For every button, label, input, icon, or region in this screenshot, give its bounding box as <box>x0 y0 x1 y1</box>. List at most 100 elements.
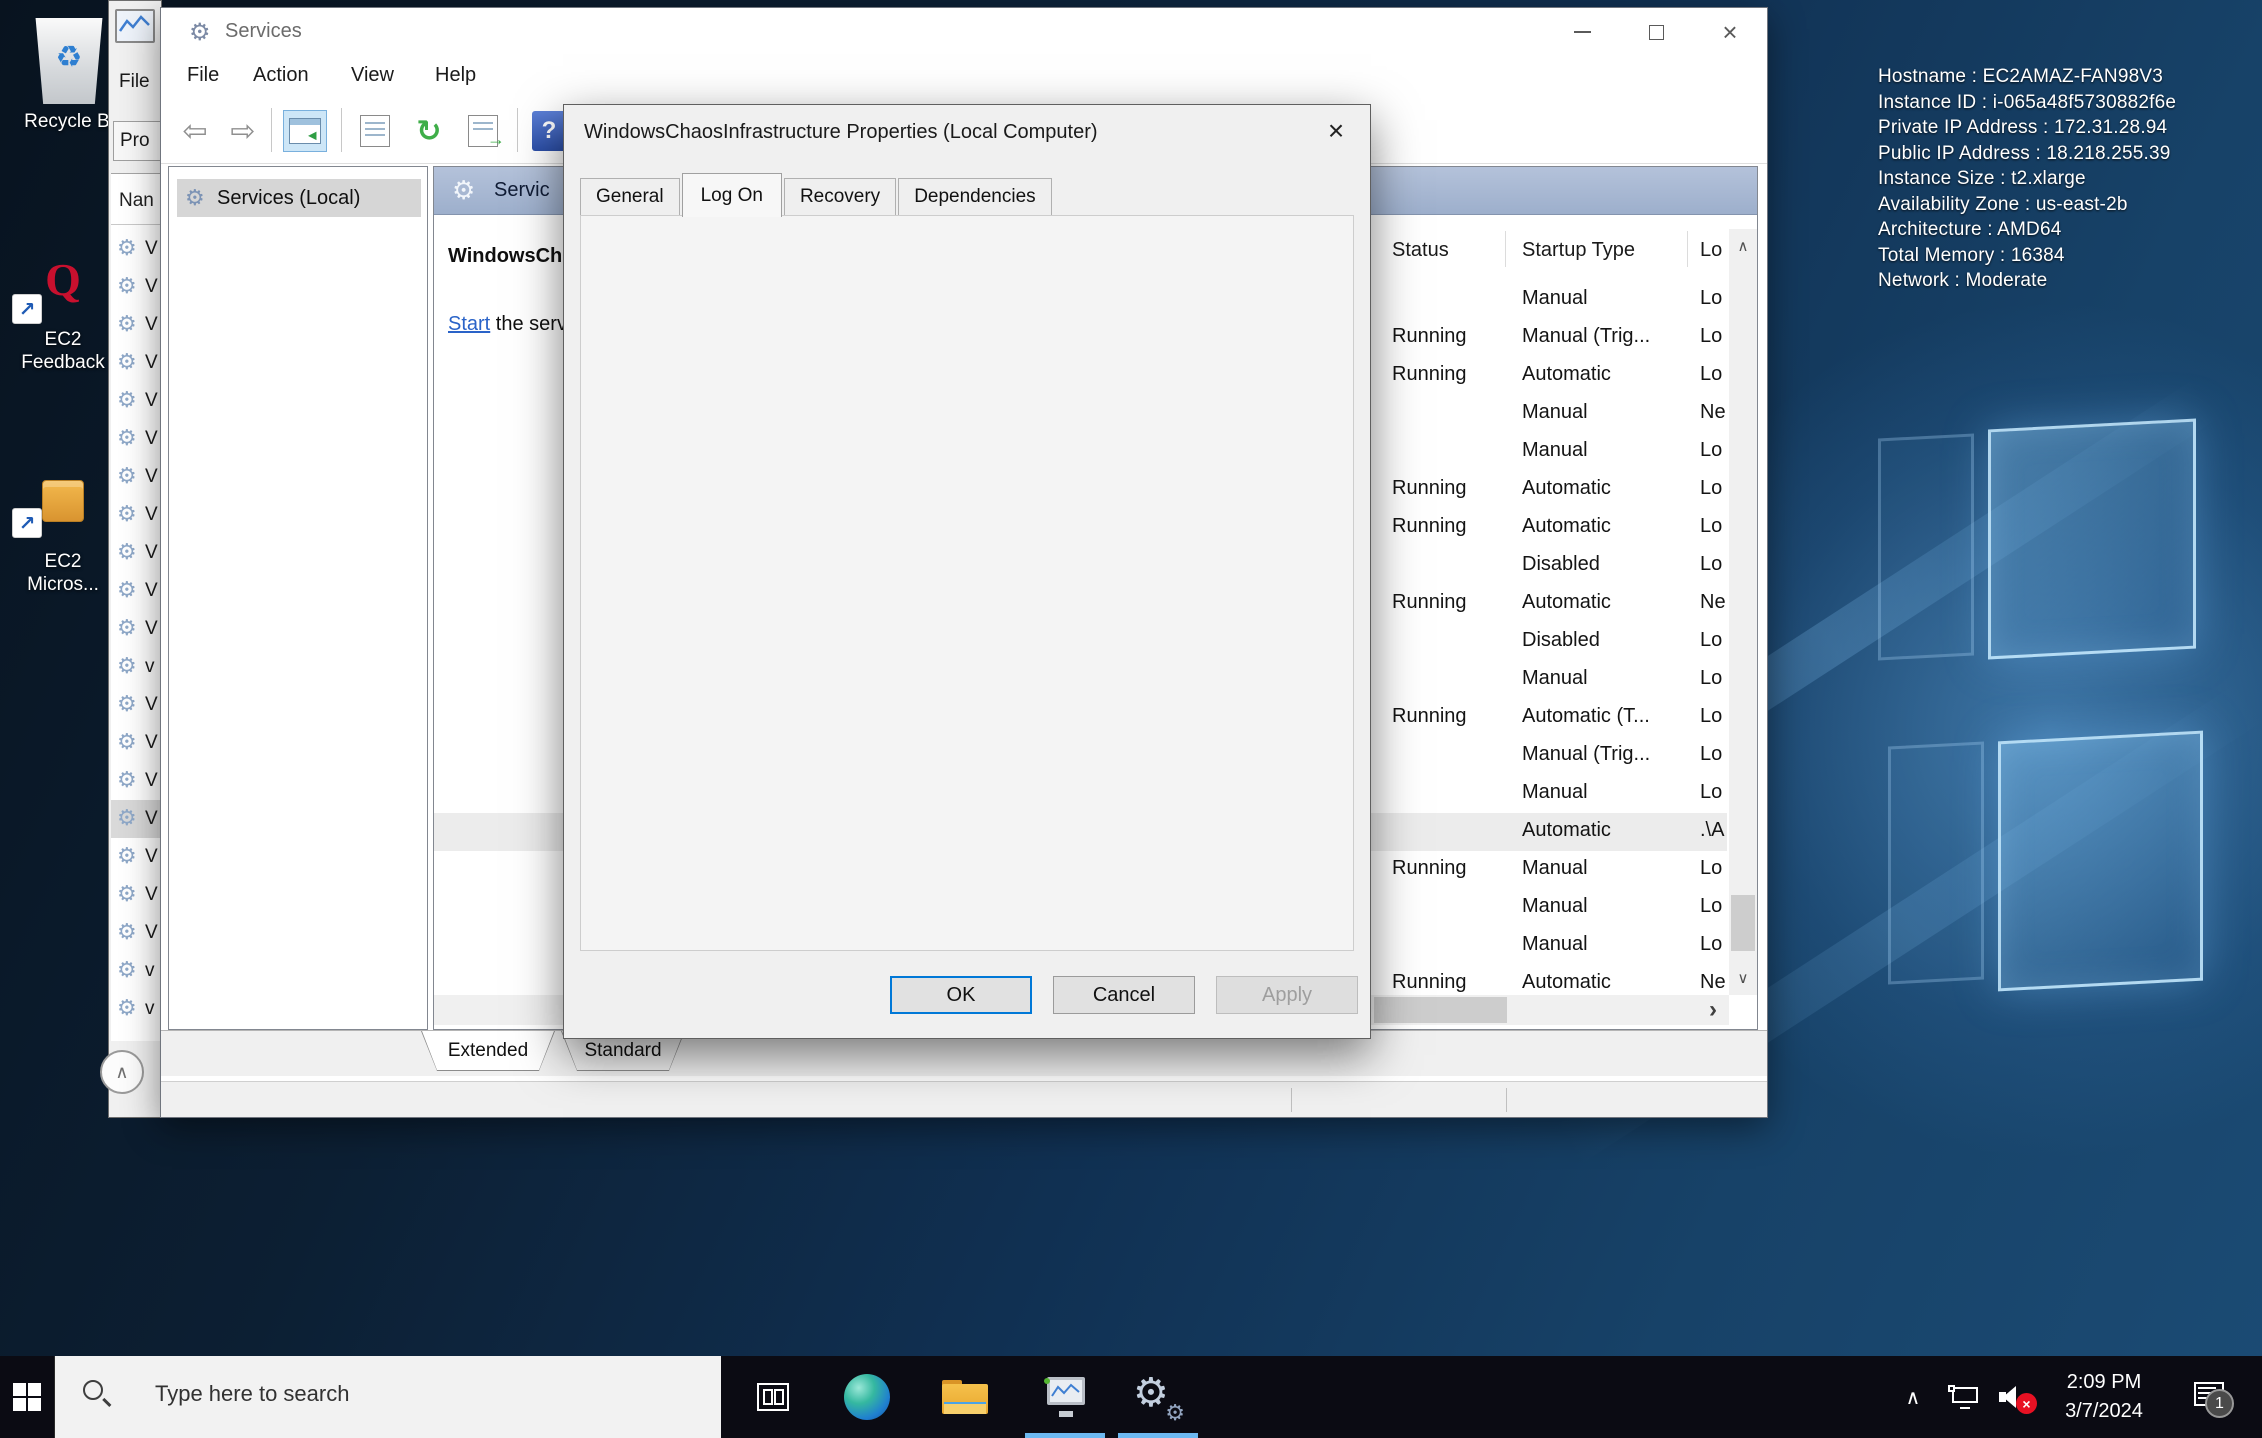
back-service-row[interactable]: ⚙V <box>111 876 161 914</box>
tree-item-services-local[interactable]: ⚙ Services (Local) <box>177 179 421 217</box>
tree-item-label: Services (Local) <box>217 187 360 210</box>
background-window[interactable]: File Pro Nan ⚙V⚙V⚙V⚙V⚙V⚙V⚙V⚙V⚙V⚙V⚙V⚙v⚙V⚙… <box>108 0 162 1118</box>
close-icon: × <box>1722 19 1737 45</box>
service-row-status: Running <box>1392 971 1467 994</box>
system-info-line: Availability Zone : us-east-2b <box>1878 192 2260 218</box>
service-name-truncated: V <box>145 542 158 564</box>
scrollbar-thumb[interactable] <box>1731 895 1755 951</box>
tab-log-on[interactable]: Log On <box>682 173 782 217</box>
back-service-row[interactable]: ⚙V <box>111 762 161 800</box>
services-taskbar-button[interactable]: ⚙⚙ <box>1118 1356 1198 1438</box>
column-header-logon[interactable]: Lo <box>1700 239 1722 262</box>
task-view-icon <box>757 1383 789 1411</box>
back-service-row[interactable]: ⚙V <box>111 572 161 610</box>
service-row-logon: .\A <box>1700 819 1724 842</box>
taskbar-clock[interactable]: 2:09 PM 3/7/2024 <box>2046 1368 2162 1426</box>
scrollbar-thumb[interactable] <box>1374 997 1507 1023</box>
desktop: ♻ Recycle Bi Q ↗ EC2 Feedback ↗ EC2 Micr… <box>0 0 2262 1438</box>
close-button[interactable]: × <box>1693 8 1767 56</box>
apply-button[interactable]: Apply <box>1216 976 1358 1014</box>
back-service-row[interactable]: ⚙v <box>111 648 161 686</box>
ec2-feedback-label-2: Feedback <box>4 351 122 374</box>
back-service-row[interactable]: ⚙V <box>111 230 161 268</box>
back-service-row[interactable]: ⚙V <box>111 268 161 306</box>
tray-expand-button[interactable]: ∧ <box>1890 1356 1936 1438</box>
dialog-close-button[interactable]: × <box>1308 109 1364 153</box>
gear-icon: ⚙ <box>117 691 137 717</box>
column-separator[interactable] <box>1505 231 1506 267</box>
chevron-up-icon: ∧ <box>115 1062 128 1083</box>
tab-dependencies[interactable]: Dependencies <box>898 178 1051 216</box>
back-service-row[interactable]: ⚙V <box>111 686 161 724</box>
scroll-top-circle-button[interactable]: ∧ <box>100 1050 144 1094</box>
properties-button[interactable] <box>353 110 397 152</box>
aws-cube-icon <box>42 480 84 522</box>
back-service-row[interactable]: ⚙V <box>111 344 161 382</box>
back-service-row[interactable]: ⚙V <box>111 914 161 952</box>
back-window-list-rows: ⚙V⚙V⚙V⚙V⚙V⚙V⚙V⚙V⚙V⚙V⚙V⚙v⚙V⚙V⚙V⚙V⚙V⚙V⚙V⚙v… <box>111 230 161 1041</box>
column-header-startup-type[interactable]: Startup Type <box>1522 239 1635 262</box>
divider <box>111 224 161 225</box>
toolbar-separator <box>341 108 342 152</box>
desktop-icon-ec2-microsoft[interactable]: ↗ EC2 Micros... <box>4 480 122 596</box>
forward-button[interactable]: ⇨ <box>221 110 265 152</box>
menu-file[interactable]: File <box>187 64 219 87</box>
back-service-row[interactable]: ⚙V <box>111 420 161 458</box>
tab-extended[interactable]: Extended <box>421 1031 555 1071</box>
service-row-logon: Lo <box>1700 363 1722 386</box>
back-service-row[interactable]: ⚙V <box>111 306 161 344</box>
menu-action[interactable]: Action <box>253 64 309 87</box>
service-name-truncated: V <box>145 922 158 944</box>
maximize-button[interactable] <box>1619 8 1693 56</box>
edge-button[interactable] <box>827 1356 907 1438</box>
gear-icon: ⚙ <box>117 957 137 983</box>
vertical-scrollbar[interactable]: ∧ ∨ <box>1729 229 1757 995</box>
performance-monitor-button[interactable] <box>1025 1356 1105 1438</box>
refresh-button[interactable]: ↻ <box>407 110 451 152</box>
back-service-row[interactable]: ⚙V <box>111 496 161 534</box>
back-button[interactable]: ⇦ <box>173 110 217 152</box>
column-separator[interactable] <box>1687 231 1688 267</box>
back-service-row[interactable]: ⚙V <box>111 534 161 572</box>
back-service-row[interactable]: ⚙V <box>111 724 161 762</box>
back-name-column-header[interactable]: Nan <box>119 190 154 212</box>
service-row-logon: Lo <box>1700 477 1722 500</box>
volume-tray-button[interactable]: × <box>1990 1356 2042 1438</box>
scroll-up-arrow[interactable]: ∧ <box>1729 229 1757 263</box>
back-file-menu[interactable]: File <box>119 71 150 93</box>
column-header-status[interactable]: Status <box>1392 239 1449 262</box>
back-service-row[interactable]: ⚙V <box>111 838 161 876</box>
cancel-button[interactable]: Cancel <box>1053 976 1195 1014</box>
gear-icon: ⚙ <box>452 175 475 206</box>
tab-general[interactable]: General <box>580 178 680 216</box>
services-title-bar[interactable]: ⚙ Services × <box>161 8 1767 56</box>
wallpaper-window-pane <box>1998 731 2203 992</box>
back-service-row[interactable]: ⚙V <box>111 610 161 648</box>
back-service-row[interactable]: ⚙V <box>111 800 161 838</box>
menu-view[interactable]: View <box>351 64 394 87</box>
back-service-row[interactable]: ⚙v <box>111 952 161 990</box>
file-explorer-button[interactable] <box>925 1356 1005 1438</box>
tab-recovery[interactable]: Recovery <box>784 178 896 216</box>
ok-button[interactable]: OK <box>890 976 1032 1014</box>
start-button[interactable] <box>0 1356 54 1438</box>
menu-help[interactable]: Help <box>435 64 476 87</box>
desktop-icon-ec2-feedback[interactable]: Q ↗ EC2 Feedback <box>4 258 122 374</box>
minimize-button[interactable] <box>1545 8 1619 56</box>
action-center-button[interactable]: 1 <box>2180 1356 2244 1438</box>
back-service-row[interactable]: ⚙V <box>111 458 161 496</box>
network-tray-button[interactable] <box>1938 1356 1988 1438</box>
scroll-right-arrow[interactable]: › <box>1699 995 1727 1025</box>
back-toolbar-truncated[interactable]: Pro <box>113 121 161 161</box>
taskbar-search[interactable]: Type here to search <box>54 1356 721 1438</box>
console-tree-toggle-button[interactable]: ▶ <box>283 110 327 152</box>
export-list-button[interactable]: → <box>461 110 505 152</box>
system-info-line: Total Memory : 16384 <box>1878 243 2260 269</box>
back-service-row[interactable]: ⚙V <box>111 382 161 420</box>
scroll-down-arrow[interactable]: ∨ <box>1729 961 1757 995</box>
toolbar-separator <box>271 108 272 152</box>
properties-dialog[interactable]: WindowsChaosInfrastructure Properties (L… <box>563 104 1371 1039</box>
task-view-button[interactable] <box>733 1356 813 1438</box>
back-service-row[interactable]: ⚙v <box>111 990 161 1028</box>
menu-bar: File Action View Help <box>161 56 1767 98</box>
